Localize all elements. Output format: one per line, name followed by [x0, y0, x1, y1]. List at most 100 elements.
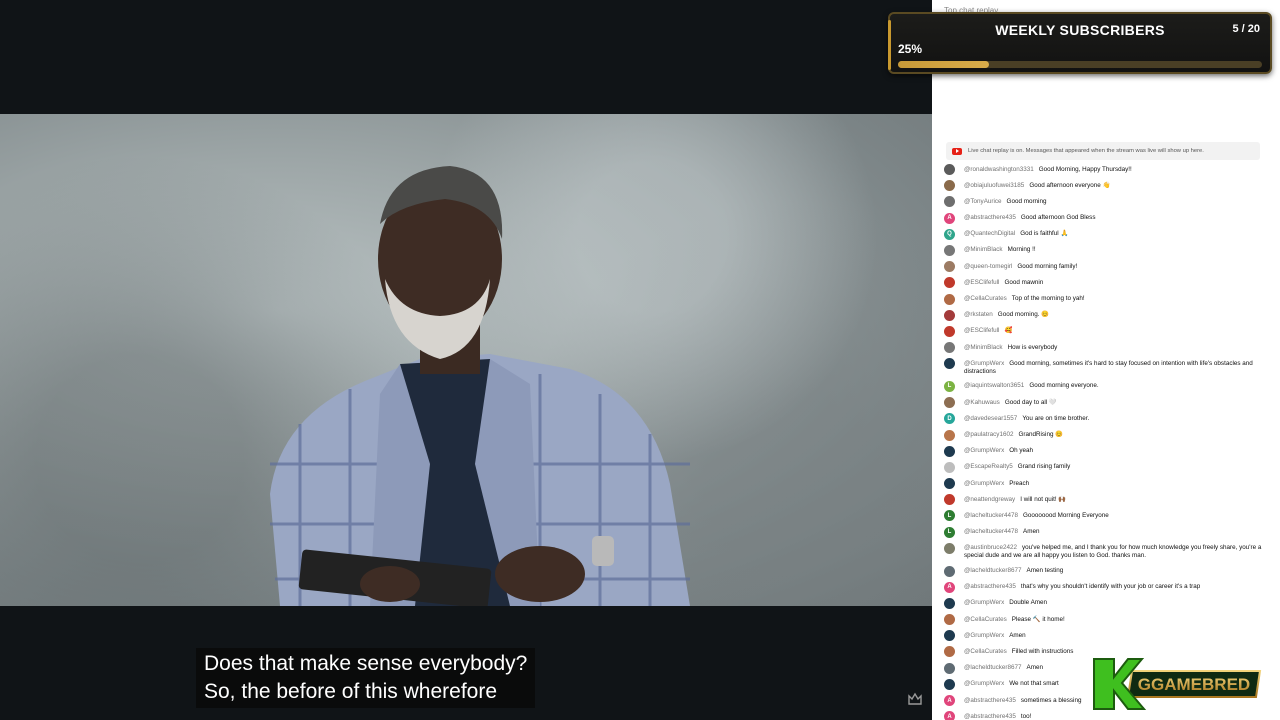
chat-message[interactable]: L @iaquintswalton3651 Good morning everyon… — [944, 380, 1268, 392]
avatar[interactable]: L — [944, 526, 955, 538]
chat-message[interactable]: @MinimBlack Morning !! — [944, 244, 1268, 256]
chat-message[interactable]: @obiajuluofuwei3185 Good afternoon everyo… — [944, 180, 1268, 192]
chat-author[interactable]: @abstracthere435 — [964, 697, 1016, 704]
avatar[interactable] — [944, 646, 955, 658]
avatar[interactable]: Q — [944, 228, 955, 240]
avatar[interactable] — [944, 461, 955, 473]
chat-author[interactable]: @CellaCurates — [964, 616, 1007, 623]
live-chat-panel[interactable]: Top chat replay Live chat replay is on. … — [932, 0, 1280, 720]
avatar[interactable]: L — [944, 510, 955, 522]
avatar[interactable]: L — [944, 380, 955, 392]
avatar[interactable] — [944, 678, 955, 690]
avatar[interactable] — [944, 180, 955, 192]
chat-message[interactable]: @TonyAurice Good morning — [944, 196, 1268, 208]
chat-message[interactable]: @rkstaten Good morning. 😊 — [944, 309, 1268, 321]
chat-message[interactable]: @ronaldwashington3331 Good Morning, Happy… — [944, 164, 1268, 175]
chat-message[interactable]: @EscapeRealty5 Grand rising family — [944, 461, 1268, 473]
chat-message[interactable]: @GrumpWerx Good morning, sometimes it's h… — [944, 358, 1268, 376]
avatar[interactable] — [944, 565, 955, 577]
chat-message[interactable]: @CellaCurates Please 🔨 it home! — [944, 614, 1268, 626]
chat-author[interactable]: @Kahuwaus — [964, 399, 1000, 406]
chat-message[interactable]: @ESClifefull 🥰 — [944, 325, 1268, 337]
chat-message[interactable]: A @abstracthere435 that's why you shouldn'… — [944, 581, 1268, 593]
avatar[interactable] — [944, 342, 955, 354]
avatar[interactable] — [944, 325, 955, 337]
chat-message[interactable]: @ESClifefull Good mawnin — [944, 277, 1268, 289]
chat-author[interactable]: @ESClifefull — [964, 327, 999, 334]
chat-message[interactable]: D @davedesear1557 You are on time brother. — [944, 413, 1268, 425]
avatar[interactable] — [944, 244, 955, 256]
avatar[interactable]: D — [944, 413, 955, 425]
chat-message[interactable]: @GrumpWerx Oh yeah — [944, 445, 1268, 457]
chat-author[interactable]: @lacheltucker4478 — [964, 512, 1018, 519]
chat-author[interactable]: @GrumpWerx — [964, 599, 1004, 606]
chat-message[interactable]: @MinimBlack How is everybody — [944, 342, 1268, 354]
chat-message[interactable]: L @lacheltucker4478 Goooooood Morning Ever… — [944, 510, 1268, 522]
chat-message[interactable]: L @lacheltucker4478 Amen — [944, 526, 1268, 538]
chat-author[interactable]: @queen-tomegirl — [964, 263, 1012, 270]
chat-author[interactable]: @CellaCurates — [964, 648, 1007, 655]
avatar[interactable] — [944, 662, 955, 674]
chat-author[interactable]: @lacheldtucker8677 — [964, 664, 1022, 671]
chat-author[interactable]: @ESClifefull — [964, 279, 999, 286]
chat-author[interactable]: @TonyAurice — [964, 198, 1002, 205]
video-frame[interactable] — [0, 114, 932, 606]
avatar[interactable] — [944, 358, 955, 370]
chat-author[interactable]: @paulatracy1602 — [964, 431, 1013, 438]
chat-author[interactable]: @GrumpWerx — [964, 632, 1004, 639]
chat-author[interactable]: @GrumpWerx — [964, 447, 1004, 454]
avatar[interactable] — [944, 277, 955, 289]
chat-author[interactable]: @lacheltucker4478 — [964, 528, 1018, 535]
chat-message[interactable]: @neattendgreway I will not quit! 🙌🏾 — [944, 494, 1268, 506]
avatar[interactable] — [944, 478, 955, 490]
chat-message[interactable]: A @abstracthere435 Good afternoon God Bles… — [944, 212, 1268, 224]
chat-author[interactable]: @MinimBlack — [964, 246, 1003, 253]
chat-message[interactable]: @GrumpWerx Amen — [944, 630, 1268, 642]
chat-message[interactable]: @GrumpWerx Double Amen — [944, 597, 1268, 609]
avatar[interactable] — [944, 542, 955, 554]
avatar[interactable] — [944, 494, 955, 506]
chat-message[interactable]: @lacheldtucker8677 Amen testing — [944, 565, 1268, 577]
chat-message[interactable]: @paulatracy1602 GrandRising 😊 — [944, 429, 1268, 441]
avatar[interactable] — [944, 445, 955, 457]
chat-author[interactable]: @GrumpWerx — [964, 680, 1004, 687]
avatar[interactable] — [944, 597, 955, 609]
chat-message[interactable]: Q @QuantechDigital God is faithful 🙏 — [944, 228, 1268, 240]
avatar[interactable] — [944, 196, 955, 208]
avatar[interactable] — [944, 309, 955, 321]
avatar[interactable]: A — [944, 695, 955, 706]
video-player[interactable]: Does that make sense everybody? So, the … — [0, 0, 932, 720]
chat-author[interactable]: @iaquintswalton3651 — [964, 382, 1024, 389]
chat-author[interactable]: @MinimBlack — [964, 344, 1003, 351]
chat-author[interactable]: @neattendgreway — [964, 496, 1015, 503]
avatar[interactable]: A — [944, 581, 955, 593]
avatar[interactable]: A — [944, 711, 955, 720]
chat-message[interactable]: @CellaCurates Top of the morning to yah! — [944, 293, 1268, 305]
chat-author[interactable]: @rkstaten — [964, 311, 993, 318]
avatar[interactable] — [944, 630, 955, 642]
chat-author[interactable]: @abstracthere435 — [964, 214, 1016, 221]
chat-author[interactable]: @abstracthere435 — [964, 713, 1016, 720]
chat-author[interactable]: @abstracthere435 — [964, 583, 1016, 590]
avatar[interactable]: A — [944, 212, 955, 224]
chat-message[interactable]: @Kahuwaus Good day to all 🤍 — [944, 397, 1268, 409]
chat-author[interactable]: @austinbruce2422 — [964, 544, 1017, 551]
chat-author[interactable]: @QuantechDigital — [964, 230, 1015, 237]
chat-author[interactable]: @ronaldwashington3331 — [964, 166, 1034, 173]
chat-author[interactable]: @davedesear1557 — [964, 415, 1017, 422]
chat-message[interactable]: @austinbruce2422 you've helped me, and I … — [944, 542, 1268, 561]
chat-author[interactable]: @lacheldtucker8677 — [964, 567, 1022, 574]
chat-message-list[interactable]: @ronaldwashington3331 Good Morning, Happy… — [944, 164, 1268, 720]
avatar[interactable] — [944, 293, 955, 305]
chat-author[interactable]: @CellaCurates — [964, 295, 1007, 302]
chat-author[interactable]: @EscapeRealty5 — [964, 463, 1013, 470]
avatar[interactable] — [944, 614, 955, 626]
chat-author[interactable]: @GrumpWerx — [964, 360, 1004, 367]
chat-message[interactable]: @GrumpWerx Preach — [944, 478, 1268, 490]
avatar[interactable] — [944, 397, 955, 409]
chat-author[interactable]: @GrumpWerx — [964, 480, 1004, 487]
chat-message[interactable]: A @abstracthere435 too! — [944, 711, 1268, 720]
avatar[interactable] — [944, 164, 955, 175]
avatar[interactable] — [944, 429, 955, 441]
chat-author[interactable]: @obiajuluofuwei3185 — [964, 182, 1024, 189]
